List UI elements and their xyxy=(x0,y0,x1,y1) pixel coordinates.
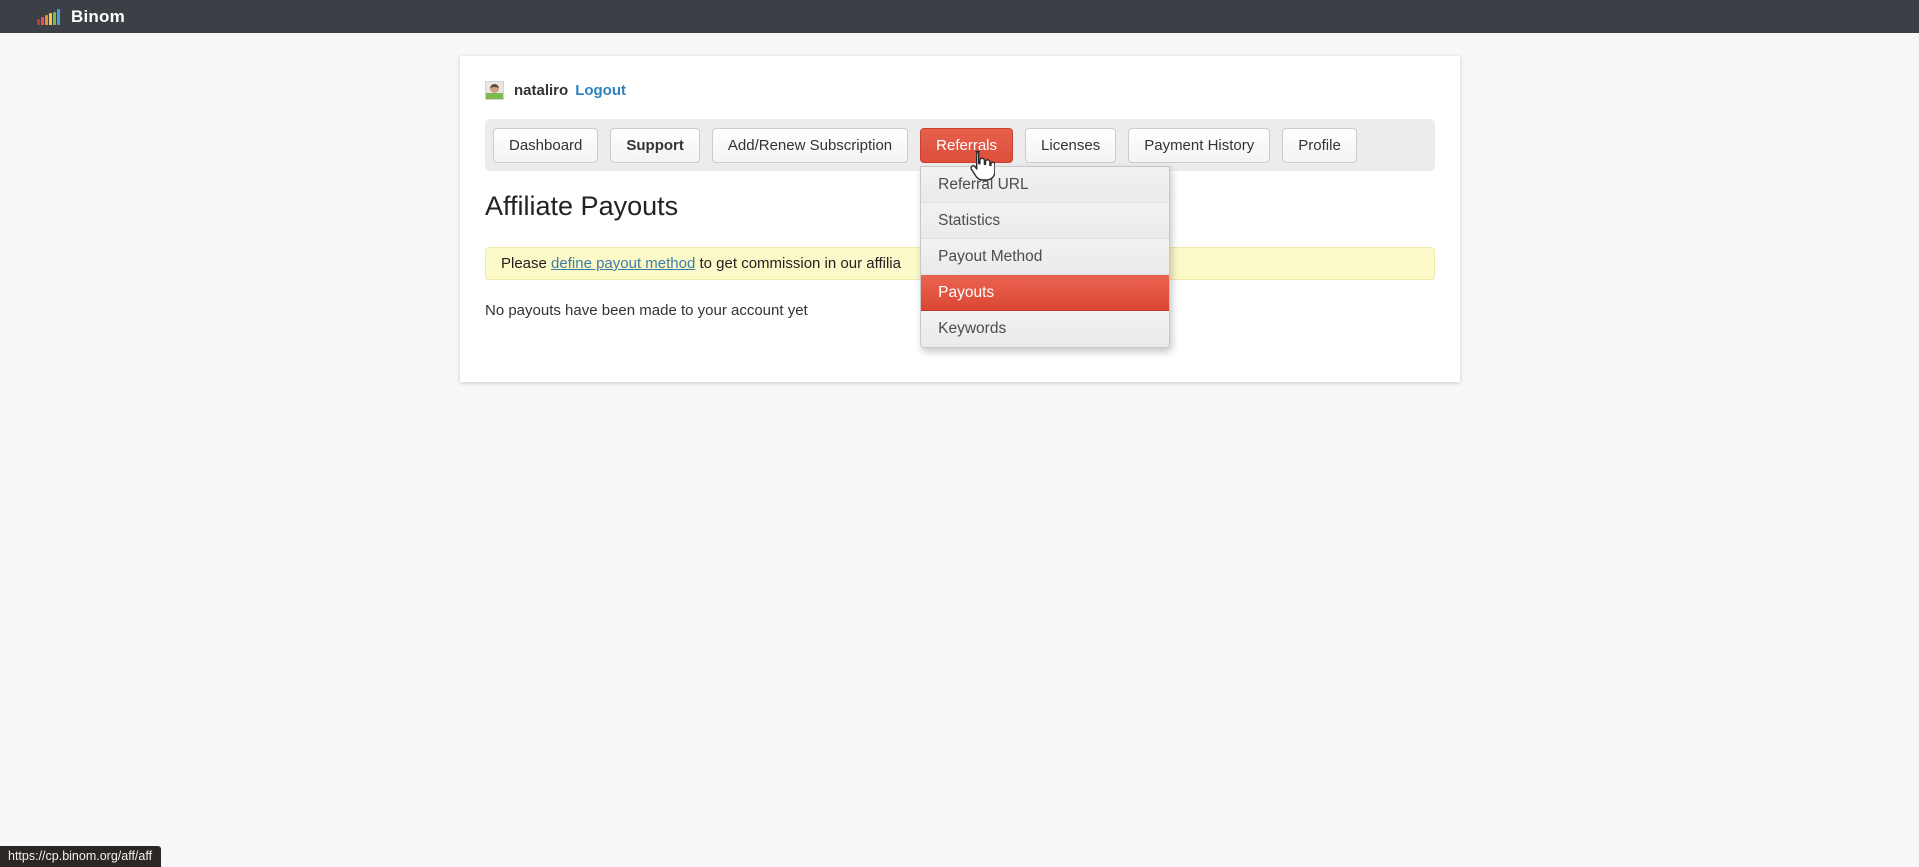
notice-text-suffix: to get commission in our affilia xyxy=(695,255,901,272)
dropdown-item-payout-method[interactable]: Payout Method xyxy=(921,239,1169,275)
nav-bar: Dashboard Support Add/Renew Subscription Re… xyxy=(485,119,1435,171)
logout-link[interactable]: Logout xyxy=(575,82,626,99)
nav-item-payment-history[interactable]: Payment History xyxy=(1128,128,1270,163)
nav-item-profile[interactable]: Profile xyxy=(1282,128,1357,163)
logo-bar xyxy=(57,9,60,25)
avatar-shirt xyxy=(486,93,503,99)
dropdown-item-referral-url[interactable]: Referral URL xyxy=(921,167,1169,203)
nav-item-dashboard[interactable]: Dashboard xyxy=(493,128,598,163)
topbar: Binom xyxy=(0,0,1919,33)
status-url-tooltip: https://cp.binom.org/aff/aff xyxy=(0,846,161,867)
logo-bar xyxy=(49,13,52,25)
nav-item-licenses[interactable]: Licenses xyxy=(1025,128,1116,163)
define-payout-method-link[interactable]: define payout method xyxy=(551,255,695,272)
nav-item-add-renew-subscription[interactable]: Add/Renew Subscription xyxy=(712,128,908,163)
dropdown-item-payouts[interactable]: Payouts xyxy=(921,275,1169,311)
user-avatar xyxy=(485,81,504,100)
nav-item-referrals[interactable]: Referrals xyxy=(920,128,1013,163)
bar-chart-icon[interactable] xyxy=(37,8,60,25)
logo-bar xyxy=(41,17,44,25)
notice-text-prefix: Please xyxy=(501,255,551,272)
user-row: nataliro Logout xyxy=(485,81,1435,100)
brand-title: Binom xyxy=(71,7,125,27)
logo-bar xyxy=(37,19,40,25)
logo-bar xyxy=(45,15,48,25)
username: nataliro xyxy=(514,82,568,99)
avatar-head xyxy=(490,84,499,93)
referrals-dropdown: Referral URLStatisticsPayout MethodPayou… xyxy=(920,166,1170,348)
logo-bar xyxy=(53,12,56,25)
dropdown-item-statistics[interactable]: Statistics xyxy=(921,203,1169,239)
dropdown-item-keywords[interactable]: Keywords xyxy=(921,311,1169,347)
nav-item-support[interactable]: Support xyxy=(610,128,700,163)
